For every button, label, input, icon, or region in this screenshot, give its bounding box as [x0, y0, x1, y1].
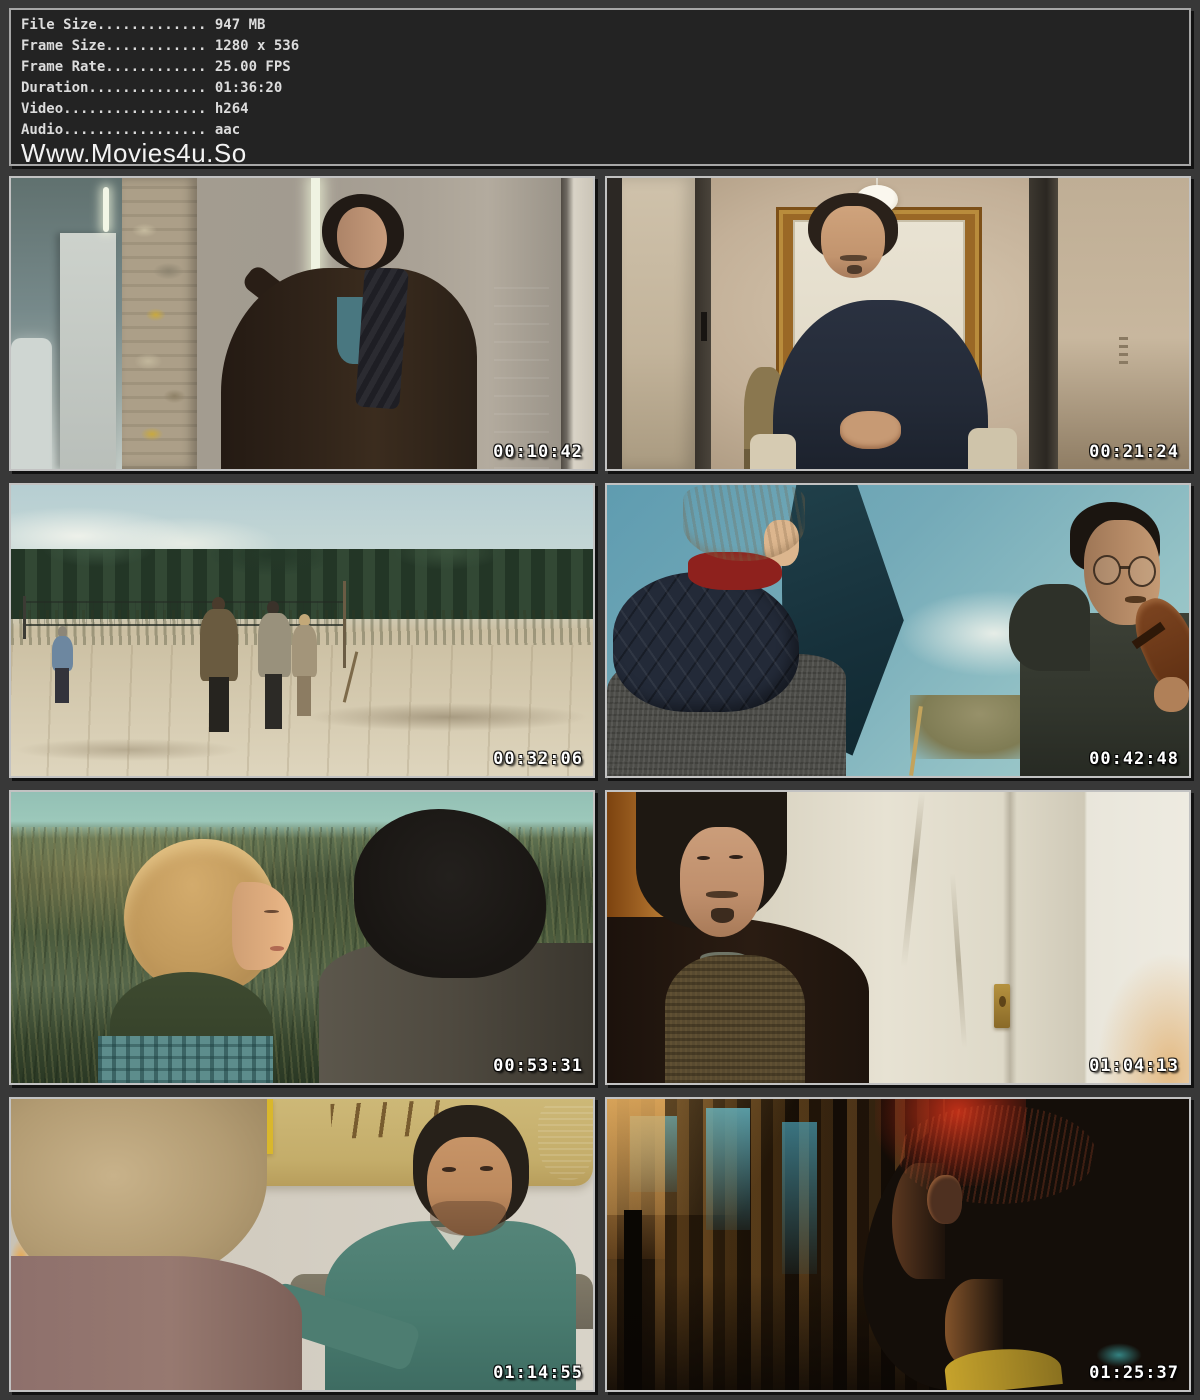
movie-screenshot-1: 00:10:42 [9, 176, 595, 471]
ear [927, 1175, 962, 1224]
man-gray-legs [265, 674, 282, 729]
volleyball-net [23, 601, 346, 626]
left-glass-panel [622, 178, 695, 469]
scene-interview [607, 178, 1189, 469]
wall-shadow [1003, 792, 1018, 1083]
scene-dune-profile [11, 792, 593, 1083]
loft-dark-shelf [494, 280, 549, 469]
man-goatee [847, 265, 862, 274]
info-line-frame-size: Frame Size............ 1280 x 536 [21, 36, 1189, 57]
screenshot-grid: 00:10:42 [9, 176, 1191, 1392]
loft-brick-column [122, 178, 198, 469]
movie-screenshot-7: 01:14:55 [9, 1097, 595, 1392]
timestamp-overlay: 01:04:13 [1089, 1056, 1179, 1076]
armchair-right [968, 428, 1017, 469]
movie-screenshot-2: 00:21:24 [605, 176, 1191, 471]
timestamp-overlay: 00:21:24 [1089, 442, 1179, 462]
man-right-eye [729, 855, 743, 859]
violinist-hand [1154, 677, 1189, 712]
info-line-frame-rate: Frame Rate............ 25.00 FPS [21, 57, 1189, 78]
knit-beanie [683, 485, 805, 561]
info-line-file-size: File Size............. 947 MB [21, 15, 1189, 36]
light-beam [607, 1099, 869, 1215]
man-brown-legs [209, 677, 229, 732]
movie-screenshot-8: 01:25:37 [605, 1097, 1191, 1392]
woman-legs [297, 676, 311, 717]
scene-loft [11, 178, 593, 469]
loft-stairs [11, 338, 52, 469]
timestamp-overlay: 00:10:42 [493, 442, 583, 462]
scene-beach [11, 485, 593, 776]
screenshot-collage-page: File Size............. 947 MB Frame Size… [0, 0, 1200, 1400]
left-door-frame [607, 178, 622, 469]
net-pole-left [23, 596, 26, 640]
movie-screenshot-4: 00:42:48 [605, 483, 1191, 778]
armchair-left [750, 434, 797, 469]
media-info-panel: File Size............. 947 MB Frame Size… [9, 8, 1191, 166]
timestamp-overlay: 01:14:55 [493, 1363, 583, 1383]
man-gray-body [258, 613, 291, 677]
tapestry-red-shape [538, 1102, 593, 1181]
woman-shoulder-foreground [11, 1256, 302, 1390]
loft-light-strip-left [103, 187, 109, 232]
man-mustache [706, 891, 738, 898]
net-pole-right [343, 581, 346, 668]
scene-table-talk [11, 1099, 593, 1390]
door-handle [701, 312, 707, 341]
timestamp-overlay: 00:42:48 [1089, 749, 1179, 769]
site-watermark: Www.Movies4u.So [21, 141, 1189, 166]
man-brown-coat [200, 609, 238, 682]
right-door-frame [1029, 178, 1058, 469]
man-face [337, 207, 387, 268]
marble-vein-2 [950, 874, 967, 1048]
clasped-hands [840, 411, 901, 449]
glasses-bridge [1120, 566, 1129, 569]
loft-white-panel [60, 233, 115, 469]
person-left-body [52, 636, 73, 671]
quilted-hood [613, 572, 799, 712]
scene-violin [607, 485, 1189, 776]
info-line-duration: Duration.............. 01:36:20 [21, 78, 1189, 99]
person-left-legs [55, 668, 69, 703]
man-right-eye [480, 1166, 494, 1171]
info-line-video: Video................. h264 [21, 99, 1189, 120]
plaid-jacket [98, 1036, 273, 1083]
timestamp-overlay: 00:53:31 [493, 1056, 583, 1076]
keyhole [999, 996, 1006, 1008]
scene-hallway [607, 792, 1189, 1083]
right-wall [1058, 178, 1189, 469]
man-left-eye [442, 1167, 456, 1172]
movie-screenshot-6: 01:04:13 [605, 790, 1191, 1085]
scene-dark-room [607, 1099, 1189, 1390]
marble-vein [901, 792, 925, 966]
woman-lips [270, 946, 284, 951]
woman-body [292, 625, 318, 677]
glasses-left-lens [1093, 555, 1121, 586]
movie-screenshot-3: 00:32:06 [9, 483, 595, 778]
violinist-hood [1009, 584, 1090, 671]
wall-marks [1119, 335, 1128, 364]
timestamp-overlay: 00:32:06 [493, 749, 583, 769]
timestamp-overlay: 01:25:37 [1089, 1363, 1179, 1383]
movie-screenshot-5: 00:53:31 [9, 790, 595, 1085]
man-mustache [840, 255, 867, 261]
man-knit-sweater [665, 955, 805, 1083]
man-goatee [711, 908, 734, 923]
man-stubble [430, 1201, 506, 1236]
loft-right-doorway [561, 178, 593, 469]
